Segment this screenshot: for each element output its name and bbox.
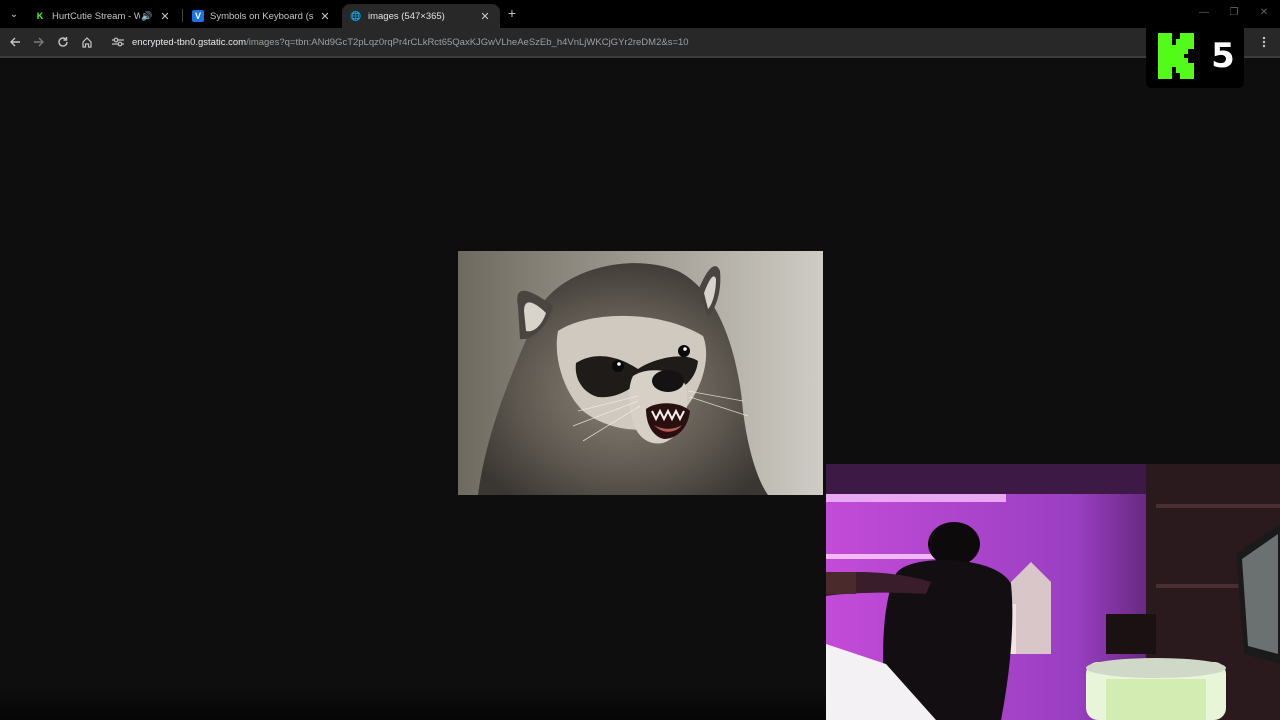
- forward-button[interactable]: [31, 34, 47, 50]
- url-host: encrypted-tbn0.gstatic.com: [132, 36, 247, 48]
- tab-strip: ⌄ K HurtCutie Stream - Watch L 🔊 ✕ V Sym…: [0, 0, 1280, 28]
- v-logo-icon: V: [192, 10, 204, 22]
- home-button[interactable]: [79, 34, 95, 50]
- address-bar[interactable]: encrypted-tbn0.gstatic.com/images?q=tbn:…: [104, 31, 1164, 53]
- close-tab-icon[interactable]: ✕: [478, 10, 492, 23]
- kick-overlay-badge: 5: [1146, 24, 1244, 88]
- raccoon-photo[interactable]: [458, 251, 823, 495]
- tab-symbols-on-keyboard[interactable]: V Symbols on Keyboard (shortcu ✕: [184, 4, 340, 28]
- webcam-feed: [826, 464, 1280, 720]
- tab-hurtcutie-stream[interactable]: K HurtCutie Stream - Watch L 🔊 ✕: [26, 4, 180, 28]
- kick-logo-icon: [1158, 33, 1194, 79]
- reload-button[interactable]: [55, 34, 71, 50]
- close-tab-icon[interactable]: ✕: [158, 10, 172, 23]
- close-tab-icon[interactable]: ✕: [318, 10, 332, 23]
- tab-search-chevron-icon[interactable]: ⌄: [6, 6, 22, 22]
- kebab-menu-icon: [1262, 36, 1266, 48]
- tab-divider: [182, 9, 183, 22]
- kick-counter: 5: [1211, 36, 1235, 76]
- url-path: /images?q=tbn:ANd9GcT2pLqz0rqPr4rCLkRct6…: [246, 36, 689, 48]
- site-info-icon[interactable]: [108, 34, 128, 50]
- browser-menu-button[interactable]: [1256, 34, 1272, 50]
- webcam-scene: [826, 464, 1280, 720]
- tab-images[interactable]: 🌐 images (547×365) ✕: [342, 4, 500, 28]
- raccoon-illustration: [458, 251, 823, 495]
- tab-title: images (547×365): [368, 10, 445, 22]
- viewer-bottom-shade: [0, 688, 826, 720]
- reload-icon: [58, 37, 68, 47]
- close-window-icon[interactable]: ✕: [1256, 6, 1272, 20]
- kick-logo-icon: K: [34, 10, 46, 22]
- browser-toolbar: encrypted-tbn0.gstatic.com/images?q=tbn:…: [0, 28, 1280, 56]
- back-arrow-icon: [10, 37, 20, 47]
- forward-arrow-icon: [34, 37, 44, 47]
- new-tab-button[interactable]: +: [504, 5, 520, 21]
- back-button[interactable]: [7, 34, 23, 50]
- speaker-icon[interactable]: 🔊: [140, 11, 154, 22]
- home-icon: [82, 37, 92, 48]
- tune-icon: [112, 37, 124, 47]
- tab-title: Symbols on Keyboard (shortcu: [210, 10, 314, 22]
- restore-icon[interactable]: ❐: [1226, 6, 1242, 20]
- tab-title: HurtCutie Stream - Watch L: [52, 10, 140, 22]
- url-text[interactable]: encrypted-tbn0.gstatic.com/images?q=tbn:…: [132, 37, 689, 48]
- minimize-icon[interactable]: —: [1196, 6, 1212, 20]
- globe-icon: 🌐: [350, 10, 362, 21]
